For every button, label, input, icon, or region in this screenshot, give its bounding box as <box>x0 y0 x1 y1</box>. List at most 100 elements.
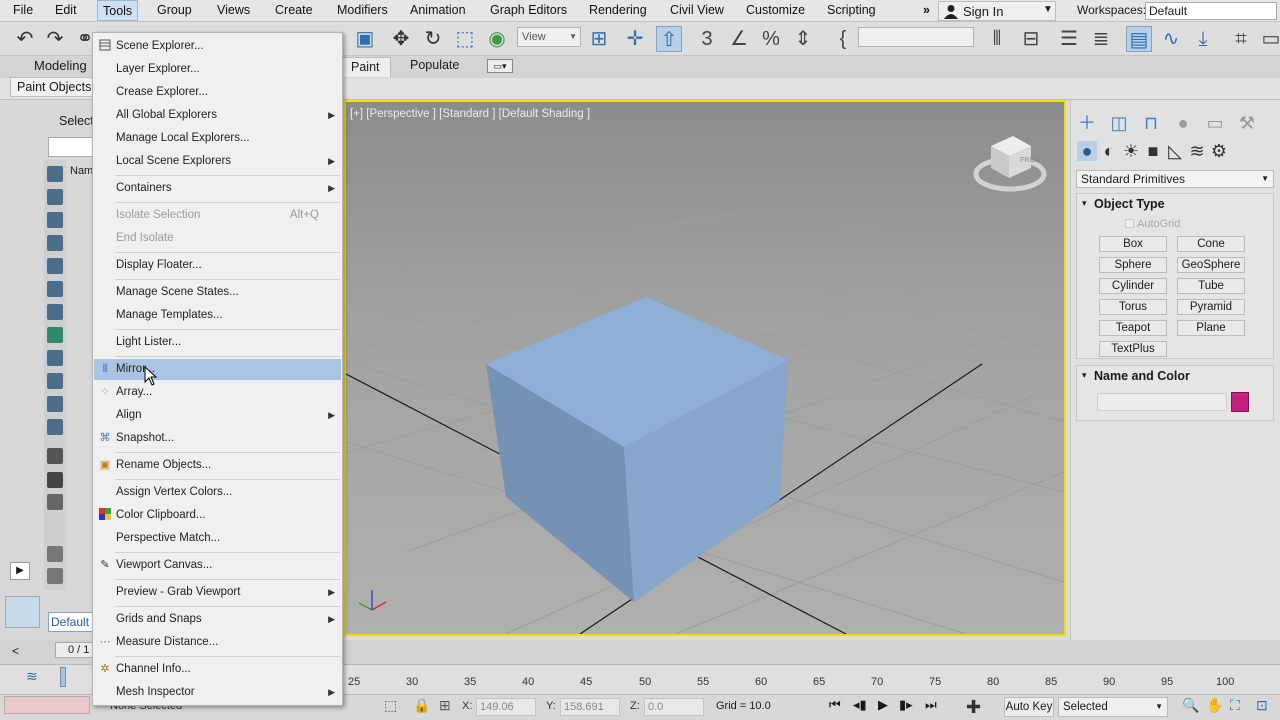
lights-filter-icon[interactable] <box>47 212 63 228</box>
menu-graph-editors[interactable]: Graph Editors <box>485 0 572 21</box>
name-color-title[interactable]: Name and Color <box>1094 369 1190 383</box>
prev-frame-icon[interactable]: < <box>12 644 19 658</box>
utilities-tab-icon[interactable]: ⚒ <box>1237 113 1257 133</box>
key-filter-dropdown[interactable]: Selected ▼ <box>1058 697 1168 717</box>
menu-edit[interactable]: Edit <box>50 0 82 21</box>
frozen-filter-icon[interactable] <box>47 396 63 412</box>
menu-item-layer-explorer[interactable]: Layer Explorer... <box>94 59 341 80</box>
object-name-field[interactable] <box>1097 393 1227 411</box>
autogrid-checkbox[interactable] <box>1125 219 1134 228</box>
cameras-category-icon[interactable]: ■ <box>1143 141 1163 161</box>
spacewarps-category-icon[interactable]: ≋ <box>1187 141 1207 161</box>
create-tab-icon[interactable]: ＋ <box>1077 113 1097 133</box>
menu-item-viewport-canvas[interactable]: ✎ Viewport Canvas... <box>94 555 341 576</box>
layer-default-field[interactable]: Default <box>48 612 94 632</box>
modify-tab-icon[interactable]: ◫ <box>1109 113 1129 133</box>
geometry-filter-icon[interactable] <box>47 166 63 182</box>
placement-icon[interactable]: ◉ <box>484 26 510 52</box>
helpers-category-icon[interactable]: ◺ <box>1165 141 1185 161</box>
menu-item-manage-scene-states[interactable]: Manage Scene States... <box>94 282 341 303</box>
paint-objects-button[interactable]: Paint Objects <box>10 77 99 97</box>
pan-icon[interactable]: ✋ <box>1206 697 1223 714</box>
cameras-filter-icon[interactable] <box>47 235 63 251</box>
textplus-button[interactable]: TextPlus <box>1099 341 1167 357</box>
select-region-icon[interactable]: ▣ <box>352 26 378 52</box>
pyramid-button[interactable]: Pyramid <box>1177 299 1245 315</box>
align-icon[interactable]: ⊟ <box>1018 26 1044 52</box>
menu-item-channel-info[interactable]: ✲ Channel Info... <box>94 659 341 680</box>
bones-filter-icon[interactable] <box>47 350 63 366</box>
menu-animation[interactable]: Animation <box>405 0 471 21</box>
menu-item-crease-explorer[interactable]: Crease Explorer... <box>94 82 341 103</box>
undo-icon[interactable]: ↶ <box>12 26 38 52</box>
mirror-toolbar-icon[interactable]: ⫴ <box>984 26 1010 52</box>
viewport-thumbnail[interactable] <box>5 596 40 628</box>
curve-editor-icon[interactable]: ∿ <box>1158 26 1184 52</box>
perspective-viewport[interactable]: FRONT [+] [Perspective ] [Standard ] [De… <box>344 100 1066 636</box>
spinner-snap-icon[interactable]: ⇕ <box>790 26 816 52</box>
object-color-swatch[interactable] <box>1231 392 1249 412</box>
display-all-icon[interactable] <box>47 448 63 464</box>
schematic-view-icon[interactable]: ⤓ <box>1190 26 1216 52</box>
menu-tools[interactable]: Tools <box>97 0 139 21</box>
keyboard-shortcut-override-icon[interactable]: ⇧ <box>656 26 682 52</box>
named-selection-dropdown[interactable] <box>858 27 974 47</box>
menu-item-snapshot[interactable]: ⌘ Snapshot... <box>94 428 341 449</box>
go-to-start-icon[interactable]: ⏮ <box>829 697 841 713</box>
spacewarps-filter-icon[interactable] <box>47 281 63 297</box>
shapes-filter-icon[interactable] <box>47 189 63 205</box>
geosphere-button[interactable]: GeoSphere <box>1177 257 1245 273</box>
render-setup-icon[interactable]: ▭ <box>1258 26 1280 52</box>
menu-item-light-lister[interactable]: Light Lister... <box>94 332 341 353</box>
menu-create[interactable]: Create <box>270 0 318 21</box>
scene-explorer-search[interactable] <box>48 137 94 157</box>
material-editor-icon[interactable]: ⌗ <box>1228 26 1254 52</box>
lock-toolbar-icon[interactable] <box>47 568 63 584</box>
menu-views[interactable]: Views <box>212 0 255 21</box>
tab-modeling[interactable]: Modeling <box>34 58 87 73</box>
rotate-icon[interactable]: ↻ <box>420 26 446 52</box>
menu-civil-view[interactable]: Civil View <box>665 0 729 21</box>
box-button[interactable]: Box <box>1099 236 1167 252</box>
auto-key-button[interactable]: Auto Key <box>1004 697 1054 717</box>
menu-item-mirror[interactable]: ⫴ Mirror... <box>94 359 341 380</box>
menu-item-preview-grab-viewport[interactable]: Preview - Grab Viewport ▶ <box>94 582 341 603</box>
menu-scripting[interactable]: Scripting <box>822 0 881 21</box>
expand-panel-icon[interactable]: ▶ <box>10 562 30 580</box>
maximize-viewport-icon[interactable]: ⊡ <box>1256 697 1268 714</box>
workspaces-select[interactable]: Default <box>1145 2 1277 20</box>
menu-item-manage-local-explorers[interactable]: Manage Local Explorers... <box>94 128 341 149</box>
curve-editor-mini-icon[interactable]: ≋ <box>26 668 38 685</box>
snaps-toggle-icon[interactable]: 3 <box>694 26 720 52</box>
menu-item-containers[interactable]: Containers ▶ <box>94 178 341 199</box>
sign-in-dropdown[interactable]: Sign In ▼ <box>938 1 1056 21</box>
primitive-type-dropdown[interactable]: Standard Primitives ▼ <box>1076 170 1274 188</box>
menu-item-color-clipboard[interactable]: Color Clipboard... <box>94 505 341 526</box>
menu-item-perspective-match[interactable]: Perspective Match... <box>94 528 341 549</box>
menu-item-all-global-explorers[interactable]: All Global Explorers ▶ <box>94 105 341 126</box>
geometry-category-icon[interactable]: ● <box>1077 141 1097 161</box>
filter-icon[interactable] <box>47 546 63 562</box>
reference-coord-dropdown[interactable]: View ▼ <box>517 27 581 47</box>
menu-item-manage-templates[interactable]: Manage Templates... <box>94 305 341 326</box>
shapes-category-icon[interactable]: ◐ <box>1099 141 1119 161</box>
select-manipulate-icon[interactable]: ✛ <box>622 26 648 52</box>
menu-more[interactable]: » <box>918 0 935 21</box>
scene-explorer-select-menu[interactable]: Select <box>59 114 94 128</box>
redo-icon[interactable]: ↷ <box>42 26 68 52</box>
menu-item-local-scene-explorers[interactable]: Local Scene Explorers ▶ <box>94 151 341 172</box>
groups-filter-icon[interactable] <box>47 304 63 320</box>
hidden-filter-icon[interactable] <box>47 419 63 435</box>
tab-paint[interactable]: Paint <box>340 57 391 77</box>
menu-item-grids-and-snaps[interactable]: Grids and Snaps ▶ <box>94 609 341 630</box>
tube-button[interactable]: Tube <box>1177 278 1245 294</box>
maxscript-listener[interactable] <box>4 696 90 714</box>
menu-customize[interactable]: Customize <box>741 0 810 21</box>
x-coord-field[interactable]: 149.06 <box>476 698 536 716</box>
menu-item-rename-objects[interactable]: ▣ Rename Objects... <box>94 455 341 476</box>
object-type-title[interactable]: Object Type <box>1094 197 1165 211</box>
viewcube-icon[interactable]: FRONT <box>973 136 1047 192</box>
menu-item-assign-vertex-colors[interactable]: Assign Vertex Colors... <box>94 482 341 503</box>
collapse-icon[interactable]: ▾ <box>1082 370 1087 381</box>
zoom-icon[interactable]: 🔍 <box>1182 697 1199 714</box>
